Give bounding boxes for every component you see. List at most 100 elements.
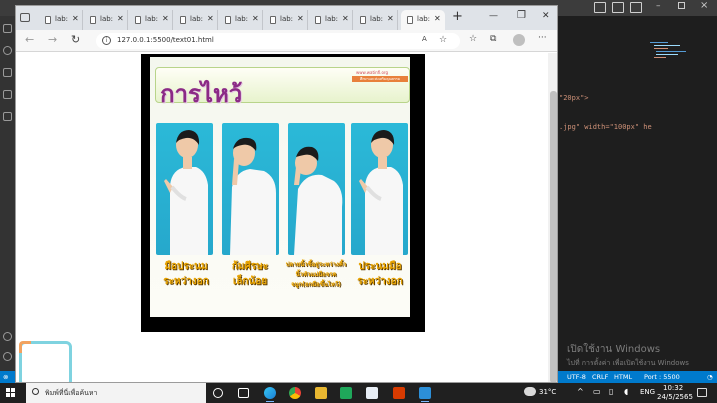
browser-tab[interactable]: lab: ✕: [84, 10, 128, 30]
account-icon[interactable]: [3, 332, 12, 341]
favorites-icon[interactable]: ☆: [469, 34, 477, 44]
caption-line: จมูก(ยกมือขึ้นไหว้): [291, 281, 341, 289]
windows-activation-watermark: เปิดใช้งาน Windows ไปที่ การตั้งค่า เพื่…: [567, 342, 689, 369]
browser-tab-active[interactable]: lab: ✕: [401, 10, 445, 30]
network-icon[interactable]: ▭: [593, 387, 601, 396]
site-info-icon[interactable]: i: [102, 36, 111, 45]
page-scrollbar[interactable]: [548, 53, 557, 382]
notifications-bell-icon[interactable]: ◔: [707, 373, 713, 381]
minimize-icon[interactable]: —: [489, 11, 498, 21]
collections-icon[interactable]: ⧉: [490, 34, 496, 44]
address-bar[interactable]: i 127.0.0.1:5500/text01.html A ☆: [96, 33, 460, 49]
browser-tab[interactable]: lab: ✕: [354, 10, 398, 30]
edge-browser-window: lab: ✕ lab: ✕ lab: ✕ lab: ✕ lab: ✕ lab: …: [15, 5, 558, 383]
search-placeholder: พิมพ์ที่นี่เพื่อค้นหา: [45, 389, 98, 397]
profile-avatar-icon[interactable]: [513, 34, 525, 46]
tab-close-icon[interactable]: ✕: [434, 14, 441, 23]
tab-actions-icon[interactable]: [20, 13, 30, 22]
volume-icon[interactable]: ◖: [624, 387, 628, 396]
layout-secondary-icon[interactable]: [630, 2, 642, 13]
vscode-maximize-icon[interactable]: [678, 2, 685, 9]
minimap[interactable]: [650, 40, 695, 70]
vscode-taskbar-icon[interactable]: [419, 387, 431, 402]
input-language[interactable]: ENG: [640, 388, 655, 396]
clock-date[interactable]: 24/5/2565: [657, 393, 693, 401]
browser-tab[interactable]: lab: ✕: [39, 10, 83, 30]
tray-chevron-icon[interactable]: ^: [577, 387, 584, 396]
favorite-add-icon[interactable]: ☆: [439, 35, 447, 45]
refresh-icon[interactable]: ↻: [71, 33, 80, 46]
source-control-icon[interactable]: [3, 68, 12, 77]
extensions-icon[interactable]: [3, 112, 12, 121]
office-icon[interactable]: [393, 387, 405, 399]
caption-line: ระหว่างอก: [357, 275, 403, 287]
remote-icon[interactable]: ⊗: [3, 373, 8, 381]
store-icon[interactable]: [340, 387, 352, 399]
scrollbar-thumb[interactable]: [550, 91, 557, 382]
poster-credit: www.watinfl.org: [356, 70, 389, 75]
tab-close-icon[interactable]: ✕: [387, 14, 394, 23]
activation-title: เปิดใช้งาน Windows: [567, 344, 661, 355]
page-icon: [315, 16, 321, 24]
explorer-icon[interactable]: [3, 24, 12, 33]
wai-step-1-image: [156, 123, 213, 255]
tab-close-icon[interactable]: ✕: [162, 14, 169, 23]
language-indicator[interactable]: HTML: [614, 373, 632, 381]
tab-close-icon[interactable]: ✕: [207, 14, 214, 23]
url-text[interactable]: 127.0.0.1:5500/text01.html: [117, 36, 214, 44]
search-icon[interactable]: [3, 46, 12, 55]
tab-close-icon[interactable]: ✕: [342, 14, 349, 23]
poster-frame: การไหว้ www.watinfl.org ศึกษาและส่งเสริม…: [141, 54, 425, 332]
browser-tab[interactable]: lab: ✕: [264, 10, 308, 30]
back-icon[interactable]: ←: [25, 33, 34, 46]
taskbar-search-box[interactable]: พิมพ์ที่นี่เพื่อค้นหา: [26, 383, 206, 403]
new-tab-icon[interactable]: +: [452, 9, 463, 24]
read-aloud-icon[interactable]: A: [422, 35, 427, 43]
task-view-icon[interactable]: [238, 388, 249, 398]
browser-tab[interactable]: lab: ✕: [309, 10, 353, 30]
live-server-port[interactable]: Port : 5500: [644, 373, 680, 381]
caption-step-3: ปลายนิ้วชี้อยู่ระหว่างคิ้ว นิ้วหัวแม่มือ…: [284, 260, 348, 291]
layout-panel-icon[interactable]: [612, 2, 624, 13]
edge-taskbar-icon[interactable]: [264, 387, 276, 402]
run-debug-icon[interactable]: [3, 90, 12, 99]
app-icon[interactable]: [366, 387, 378, 399]
clock-time[interactable]: 10:32: [663, 384, 683, 392]
encoding-indicator[interactable]: UTF-8: [567, 373, 586, 381]
tab-close-icon[interactable]: ✕: [72, 14, 79, 23]
manage-gear-icon[interactable]: [3, 352, 12, 361]
vscode-close-icon[interactable]: ×: [700, 0, 708, 11]
wai-step-4-image: [351, 123, 408, 255]
windows-start-icon[interactable]: [6, 388, 16, 398]
tab-label: lab:: [370, 15, 384, 23]
more-options-icon[interactable]: ···: [538, 33, 547, 43]
close-icon[interactable]: ✕: [542, 11, 550, 21]
browser-tab[interactable]: lab: ✕: [219, 10, 263, 30]
browser-tab[interactable]: lab: ✕: [174, 10, 218, 30]
tab-label: lab:: [325, 15, 339, 23]
tab-label: lab:: [417, 15, 431, 23]
poster-title: การไหว้: [160, 79, 243, 108]
tab-label: lab:: [190, 15, 204, 23]
tab-close-icon[interactable]: ✕: [117, 14, 124, 23]
address-toolbar: ← → ↻ i 127.0.0.1:5500/text01.html A ☆ ☆…: [16, 30, 557, 52]
layout-sidebar-icon[interactable]: [594, 2, 606, 13]
file-explorer-icon[interactable]: [315, 387, 327, 399]
tab-strip: lab: ✕ lab: ✕ lab: ✕ lab: ✕ lab: ✕ lab: …: [16, 6, 557, 30]
vscode-minimize-icon[interactable]: –: [656, 1, 661, 11]
browser-tab[interactable]: lab: ✕: [129, 10, 173, 30]
maximize-icon[interactable]: ❐: [517, 10, 526, 21]
action-center-icon[interactable]: [697, 388, 707, 397]
battery-icon[interactable]: ▯: [609, 387, 613, 396]
wai-poster-image: การไหว้ www.watinfl.org ศึกษาและส่งเสริม…: [150, 57, 410, 317]
chrome-taskbar-icon[interactable]: [289, 387, 301, 399]
forward-icon[interactable]: →: [48, 33, 57, 46]
tab-close-icon[interactable]: ✕: [297, 14, 304, 23]
tab-close-icon[interactable]: ✕: [252, 14, 259, 23]
weather-temperature[interactable]: 31°C: [539, 388, 556, 396]
eol-indicator[interactable]: CRLF: [592, 373, 608, 381]
weather-cloud-icon[interactable]: [524, 387, 536, 396]
cortana-icon[interactable]: [213, 388, 223, 398]
page-icon: [225, 16, 231, 24]
caption-line: ก้มศีรษะ: [231, 261, 269, 272]
